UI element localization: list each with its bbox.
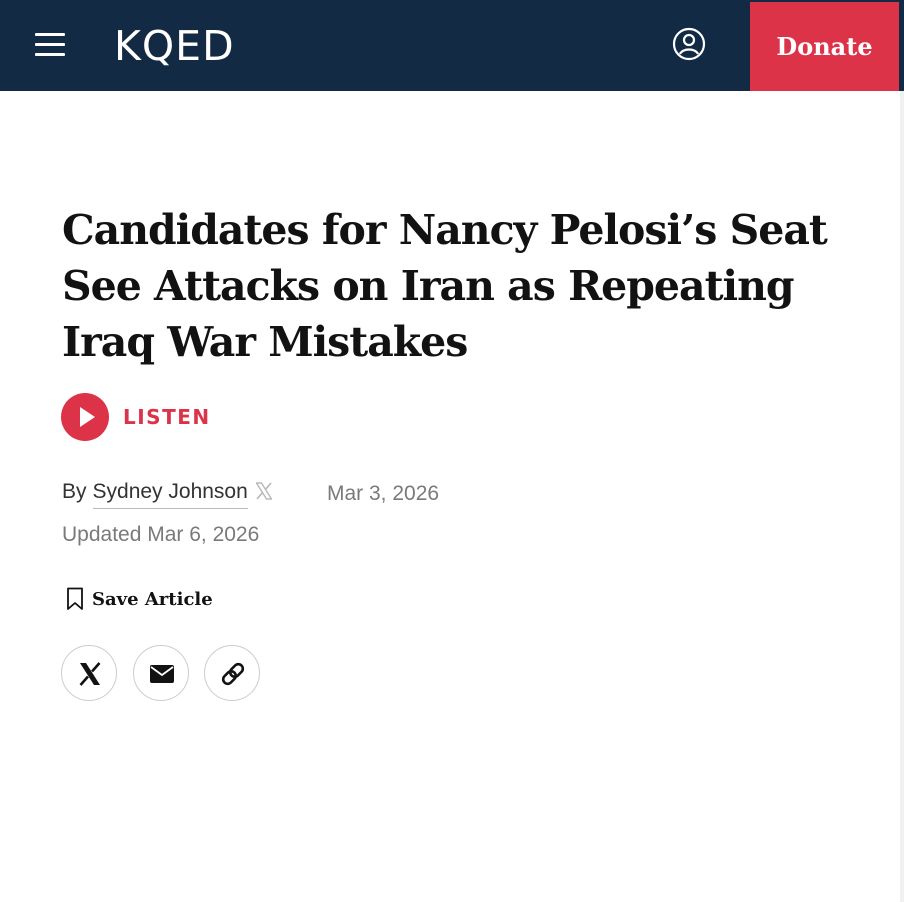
article-title: Candidates for Nancy Pelosi’s Seat See A… bbox=[62, 206, 828, 366]
menu-bar-2 bbox=[35, 43, 65, 46]
account-button[interactable] bbox=[670, 25, 708, 63]
share-email-button[interactable] bbox=[133, 645, 189, 701]
save-article-label: Save Article bbox=[92, 588, 213, 610]
donate-button[interactable]: Donate bbox=[750, 2, 899, 91]
listen-label: LISTEN bbox=[123, 405, 211, 429]
share-x-button[interactable] bbox=[61, 645, 117, 701]
listen-button[interactable]: LISTEN bbox=[61, 393, 211, 441]
menu-bar-3 bbox=[35, 53, 65, 56]
scrollbar-track bbox=[900, 91, 904, 902]
byline: By Sydney Johnson bbox=[62, 480, 274, 512]
menu-bar-1 bbox=[35, 33, 65, 36]
play-icon bbox=[80, 407, 95, 427]
save-article-button[interactable]: Save Article bbox=[66, 587, 213, 611]
updated-date: Updated Mar 6, 2026 bbox=[62, 523, 260, 546]
share-link-button[interactable] bbox=[204, 645, 260, 701]
bookmark-icon bbox=[67, 587, 83, 610]
author-link[interactable]: Sydney Johnson bbox=[92, 480, 248, 509]
publish-date: Mar 3, 2026 bbox=[327, 482, 440, 505]
x-logo-icon bbox=[79, 662, 101, 686]
x-logo-icon[interactable] bbox=[254, 481, 274, 501]
kqed-logo[interactable]: KQED bbox=[114, 21, 235, 71]
play-button[interactable] bbox=[61, 393, 109, 441]
menu-button[interactable] bbox=[32, 30, 68, 60]
link-icon bbox=[221, 662, 245, 686]
byline-prefix: By bbox=[62, 480, 87, 503]
site-header: KQED Donate bbox=[0, 0, 904, 91]
envelope-icon bbox=[150, 665, 174, 683]
user-circle-icon bbox=[672, 27, 706, 61]
